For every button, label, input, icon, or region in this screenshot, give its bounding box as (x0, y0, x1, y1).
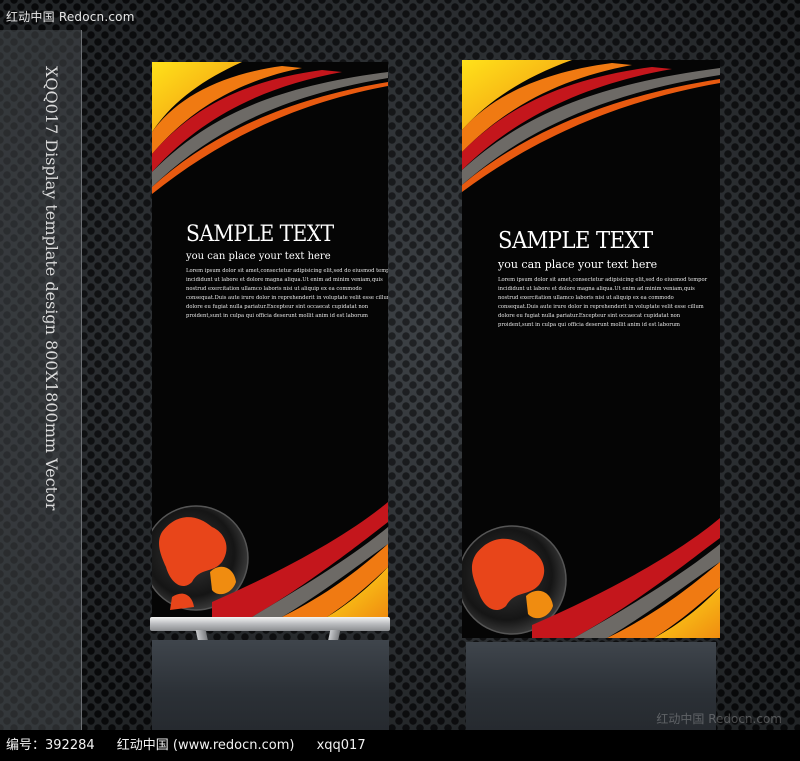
side-panel: XQQ017 Display template design 800X1800m… (0, 30, 82, 730)
banner-right-text: SAMPLE TEXT you can place your text here… (498, 228, 708, 330)
banner-left-subtitle: you can place your text here (186, 251, 331, 262)
floor-shadow-left (152, 640, 389, 730)
banner-right: SAMPLE TEXT you can place your text here… (462, 60, 720, 638)
template-code: xqq017 (316, 738, 366, 753)
banner-left-text: SAMPLE TEXT you can place your text here… (186, 222, 388, 321)
body-line: proident,sunt in culpa qui officia deser… (186, 313, 368, 319)
banner-right-artwork (462, 60, 720, 638)
stand-base-bar (150, 617, 390, 631)
body-line: Lorem ipsum dolor sit amet,consectetur a… (186, 268, 388, 274)
body-line: consequat.Duis aute irure dolor in repre… (186, 295, 388, 301)
caption-bar: 编号：392284 红动中国 (www.redocn.com) xqq017 (0, 730, 800, 761)
body-line: dolore eu fugiat nulla pariatur.Excepteu… (186, 304, 369, 310)
body-line: nostrud exercitation ullamco laboris nis… (498, 295, 674, 301)
site-link[interactable]: 红动中国 (www.redocn.com) (117, 738, 295, 753)
body-line: proident,sunt in culpa qui officia deser… (498, 322, 680, 328)
banner-left-artwork (152, 62, 388, 617)
body-line: Lorem ipsum dolor sit amet,consectetur a… (498, 277, 708, 283)
banner-right-title: SAMPLE TEXT (498, 228, 653, 254)
metal-background: 红动中国 Redocn.com XQQ017 Display template … (0, 0, 800, 730)
banner-left-title: SAMPLE TEXT (186, 222, 334, 247)
banner-left: SAMPLE TEXT you can place your text here… (152, 62, 388, 617)
banner-right-body: Lorem ipsum dolor sit amet,consectetur a… (498, 276, 708, 330)
banner-left-body: Lorem ipsum dolor sit amet,consectetur a… (186, 267, 388, 321)
template-description: XQQ017 Display template design 800X1800m… (42, 66, 61, 511)
watermark: 红动中国 Redocn.com (656, 712, 782, 726)
body-line: incididunt ut labore et dolore magna ali… (186, 277, 383, 283)
body-line: dolore eu fugiat nulla pariatur.Excepteu… (498, 313, 681, 319)
site-logo-text: 红动中国 Redocn.com (6, 10, 135, 24)
body-line: nostrud exercitation ullamco laboris nis… (186, 286, 362, 292)
image-id-label: 编号：392284 (6, 738, 95, 753)
body-line: incididunt ut labore et dolore magna ali… (498, 286, 695, 292)
banner-right-subtitle: you can place your text here (498, 258, 658, 271)
body-line: consequat.Duis aute irure dolor in repre… (498, 304, 704, 310)
